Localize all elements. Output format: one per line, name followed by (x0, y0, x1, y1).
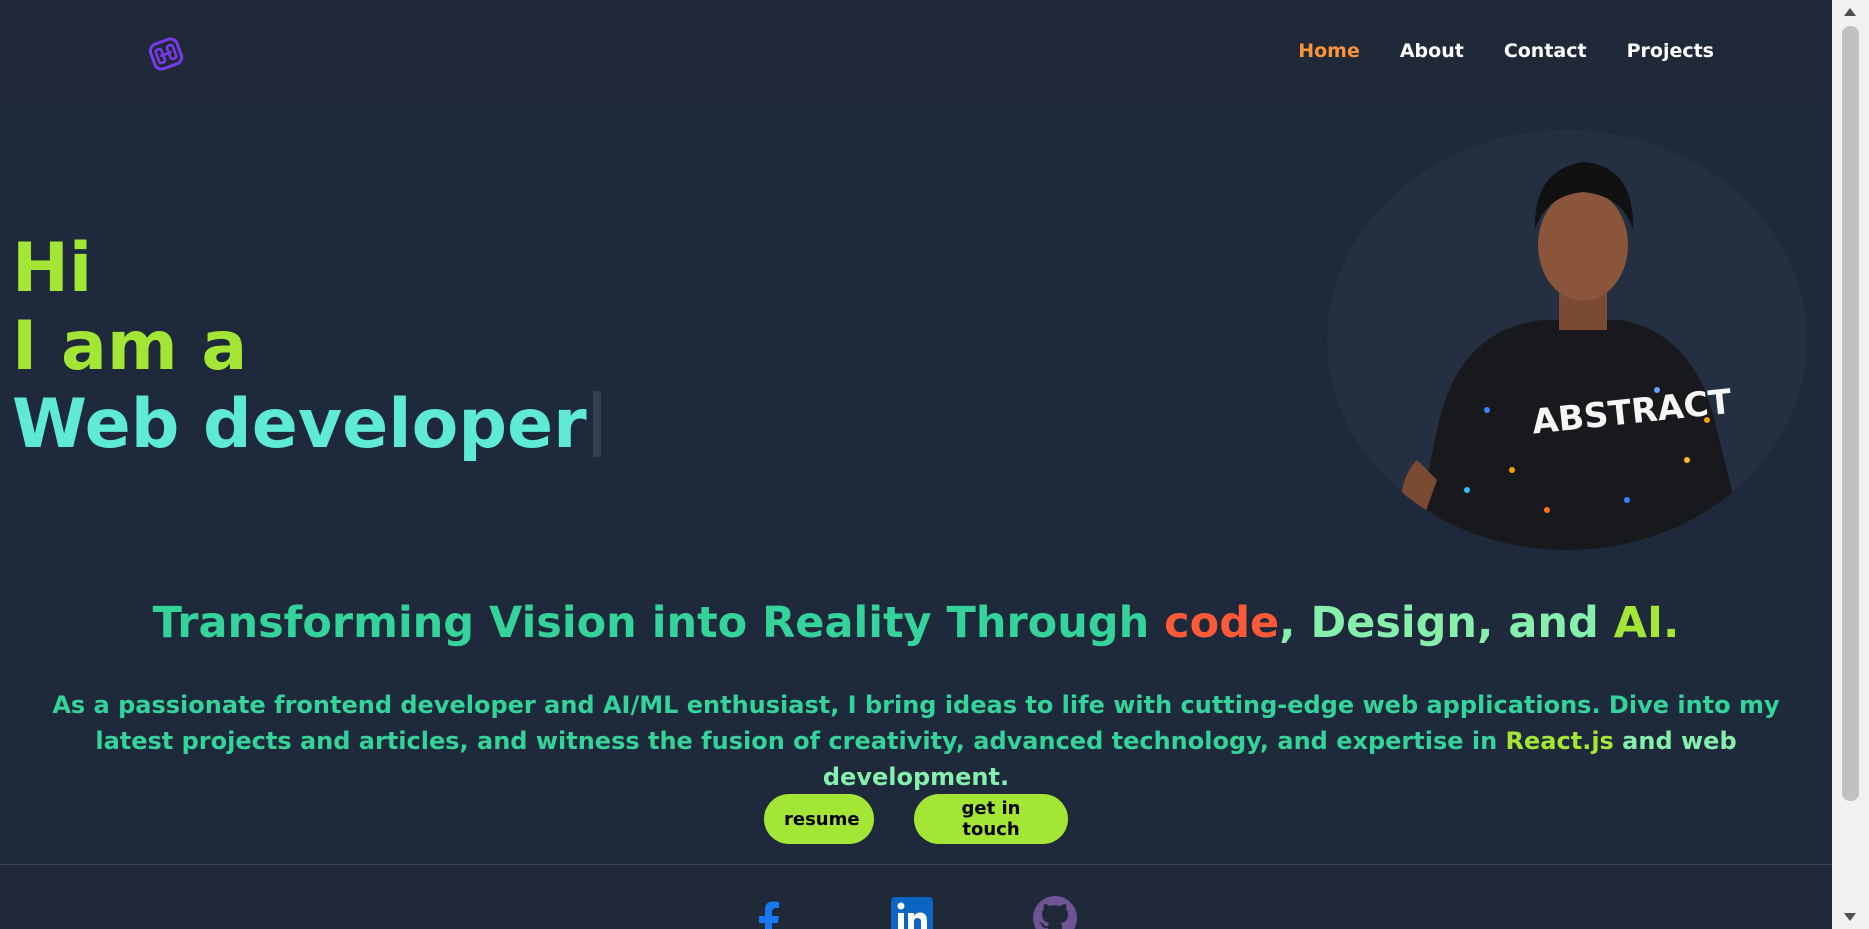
tagline-code: code (1164, 598, 1280, 648)
cta-buttons: resume get in touch (0, 794, 1832, 844)
scroll-down-arrow-icon[interactable] (1844, 913, 1856, 921)
profile-photo-circle: ABSTRACT (1327, 130, 1807, 550)
nav-projects[interactable]: Projects (1627, 40, 1714, 62)
github-icon[interactable] (1032, 895, 1078, 929)
profile-photo: ABSTRACT (1327, 130, 1807, 550)
hero-section: Hi I am a Web developer ABSTRACT Transfo… (0, 104, 1832, 864)
tagline: Transforming Vision into Reality Through… (0, 598, 1832, 648)
nav-home[interactable]: Home (1298, 40, 1360, 62)
hero-line-hi: Hi (12, 229, 93, 308)
scrollbar-thumb[interactable] (1842, 26, 1859, 801)
navbar: Home About Contact Projects (0, 0, 1832, 104)
vertical-scrollbar[interactable] (1832, 0, 1869, 929)
hero-heading: Hi I am a Web developer (12, 230, 601, 464)
scroll-up-arrow-icon[interactable] (1844, 8, 1856, 16)
nav-links: Home About Contact Projects (1298, 40, 1714, 62)
facebook-icon[interactable] (746, 895, 792, 929)
tagline-ai: AI. (1613, 598, 1680, 648)
linkedin-icon[interactable] (889, 895, 935, 929)
hexagon-logo-icon[interactable] (145, 33, 187, 75)
intro-react-highlight: React.js (1505, 727, 1614, 755)
hero-line-role: Web developer (12, 385, 587, 464)
resume-button[interactable]: resume (764, 794, 874, 844)
get-in-touch-button[interactable]: get in touch (914, 794, 1068, 844)
footer (0, 865, 1832, 929)
person-portrait-icon: ABSTRACT (1401, 162, 1747, 550)
intro-paragraph: As a passionate frontend developer and A… (40, 687, 1792, 795)
nav-about[interactable]: About (1400, 40, 1464, 62)
tagline-part-b: , Design, and (1279, 598, 1614, 648)
typing-cursor (592, 391, 601, 457)
nav-contact[interactable]: Contact (1504, 40, 1587, 62)
page: Home About Contact Projects Hi I am a We… (0, 0, 1869, 929)
tagline-part-a: Transforming Vision into Reality Through (152, 598, 1165, 648)
hero-line-i-am-a: I am a (12, 307, 248, 386)
